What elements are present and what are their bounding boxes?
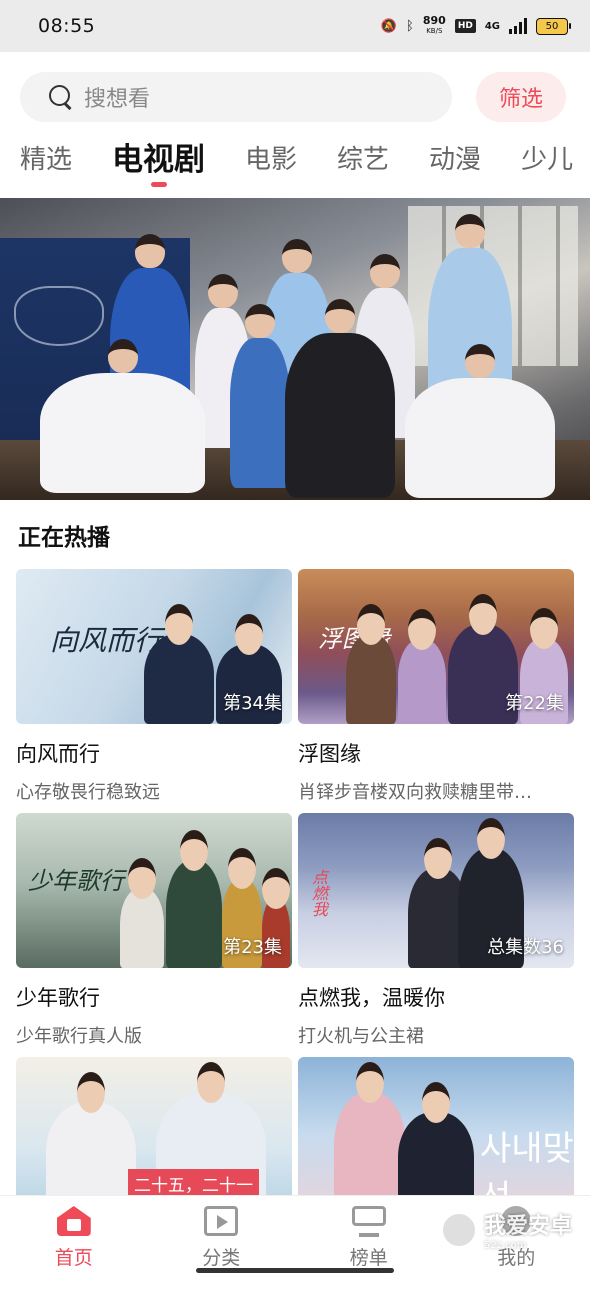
cast-figure (405, 378, 555, 498)
drama-poster[interactable]: 二十五，二十一 (16, 1057, 292, 1212)
drama-subtitle: 打火机与公主裙 (298, 1022, 574, 1048)
category-icon (204, 1206, 238, 1236)
drama-subtitle: 肖铎步音楼双向救赎糖里带… (298, 778, 574, 804)
drama-subtitle: 心存敬畏行稳致远 (16, 778, 292, 804)
episode-badge: 第23集 (223, 933, 282, 959)
cast-figure (230, 338, 290, 488)
tab-anime[interactable]: 动漫 (429, 142, 481, 194)
drama-poster[interactable]: 浮图缘 第22集 (298, 569, 574, 724)
banner-logo-image (14, 286, 104, 346)
hd-badge: HD (455, 19, 476, 33)
nav-home-label: 首页 (55, 1243, 93, 1270)
drama-title[interactable]: 点燃我，温暖你 (298, 982, 574, 1012)
watermark-logo-icon (440, 1211, 478, 1249)
cast-figure (40, 373, 205, 493)
poster-figure (398, 639, 446, 724)
tab-movies[interactable]: 电影 (245, 142, 297, 194)
drama-card[interactable]: 少年歌行 第23集 少年歌行 少年歌行真人版 (16, 813, 292, 1057)
search-placeholder: 搜想看 (84, 81, 150, 113)
tab-tv-series[interactable]: 电视剧 (112, 142, 205, 194)
drama-title[interactable]: 少年歌行 (16, 982, 292, 1012)
drama-title[interactable]: 浮图缘 (298, 738, 574, 768)
poster-title-art: 点燃我 (306, 869, 330, 917)
poster-figure (346, 634, 396, 724)
signal-icon (509, 18, 527, 34)
search-row: 搜想看 筛选 (0, 52, 590, 142)
rank-icon (352, 1206, 386, 1226)
nav-category[interactable]: 分类 (148, 1196, 296, 1278)
drama-grid: 向风而行 第34集 向风而行 心存敬畏行稳致远 浮图缘 第22集 浮图缘 肖铎步… (16, 569, 574, 1301)
poster-title-art: 少年歌行 (28, 861, 124, 896)
watermark-title: 我爱安卓 (484, 1208, 572, 1240)
drama-subtitle: 少年歌行真人版 (16, 1022, 292, 1048)
drama-card[interactable]: 浮图缘 第22集 浮图缘 肖铎步音楼双向救赎糖里带… (298, 569, 574, 813)
drama-card[interactable]: 点燃我 总集数36 点燃我，温暖你 打火机与公主裙 (298, 813, 574, 1057)
status-icons: 🔕 ᛒ 890 KB/S HD 4G 50 (381, 16, 568, 36)
watermark-text: 我爱安卓 52z.com (484, 1208, 572, 1251)
net-speed-unit: KB/S (423, 26, 446, 36)
status-bar: 08:55 🔕 ᛒ 890 KB/S HD 4G 50 (0, 0, 590, 52)
home-indicator[interactable] (196, 1268, 394, 1273)
nav-ranking[interactable]: 榜单 (295, 1196, 443, 1278)
category-tabs: 精选 电视剧 电影 综艺 动漫 少儿 (0, 142, 590, 198)
drama-title[interactable]: 向风而行 (16, 738, 292, 768)
drama-poster[interactable]: 向风而行 第34集 (16, 569, 292, 724)
drama-card[interactable]: 向风而行 第34集 向风而行 心存敬畏行稳致远 (16, 569, 292, 813)
cast-figure (285, 333, 395, 498)
nav-category-label: 分类 (202, 1243, 240, 1270)
tab-variety[interactable]: 综艺 (337, 142, 389, 194)
bluetooth-icon: ᛒ (406, 19, 414, 34)
tab-featured[interactable]: 精选 (20, 142, 72, 194)
network-type: 4G (485, 21, 500, 32)
section-title-now-playing: 正在热播 (18, 518, 110, 552)
episode-badge: 第34集 (223, 689, 282, 715)
net-speed-value: 890 (423, 16, 446, 26)
episode-badge: 总集数36 (487, 933, 564, 959)
featured-banner[interactable] (0, 198, 590, 500)
home-icon (57, 1206, 91, 1236)
status-time: 08:55 (38, 15, 95, 37)
mute-bell-icon: 🔕 (381, 19, 397, 34)
filter-button[interactable]: 筛选 (476, 72, 566, 122)
nav-home[interactable]: 首页 (0, 1196, 148, 1278)
poster-figure (120, 888, 164, 968)
nav-ranking-label: 榜单 (350, 1243, 388, 1270)
poster-figure (144, 634, 214, 724)
search-input[interactable]: 搜想看 (20, 72, 452, 122)
search-icon (48, 84, 74, 110)
poster-figure (166, 860, 222, 968)
drama-poster[interactable]: 少年歌行 第23集 (16, 813, 292, 968)
drama-poster[interactable]: 사내맞선 (298, 1057, 574, 1212)
poster-title-art: 二十五，二十一 (128, 1169, 259, 1198)
watermark: 我爱安卓 52z.com (440, 1208, 572, 1251)
battery-icon: 50 (536, 18, 568, 35)
poster-figure (334, 1092, 406, 1212)
drama-poster[interactable]: 点燃我 总集数36 (298, 813, 574, 968)
watermark-url: 52z.com (484, 1240, 572, 1251)
tab-kids[interactable]: 少儿 (521, 142, 573, 194)
poster-title-art: 向风而行 (50, 619, 162, 659)
episode-badge: 第22集 (505, 689, 564, 715)
net-speed: 890 KB/S (423, 16, 446, 36)
